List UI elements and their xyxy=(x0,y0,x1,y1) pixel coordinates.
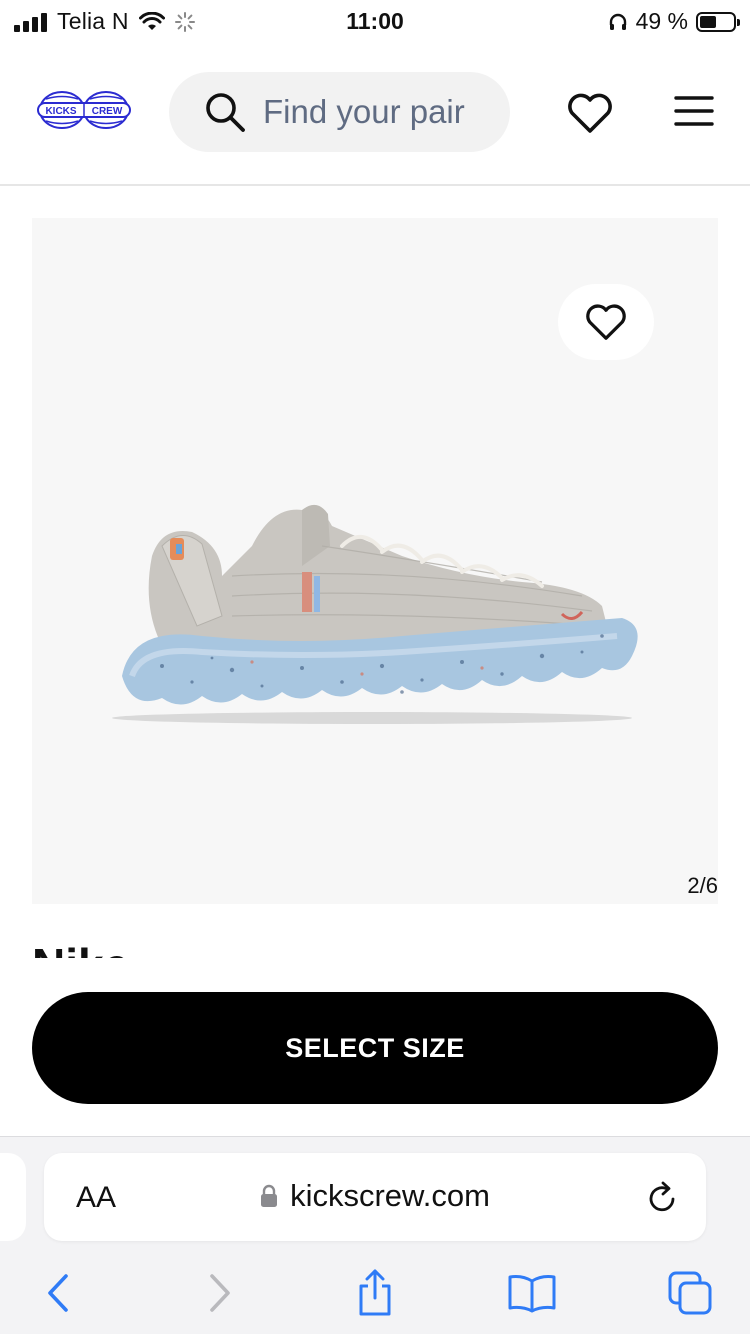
battery-icon xyxy=(696,11,740,32)
logo-text-right: CREW xyxy=(92,106,123,117)
logo-text-left: KICKS xyxy=(45,106,76,117)
share-button[interactable] xyxy=(349,1267,401,1319)
chevron-right-icon xyxy=(210,1274,230,1312)
search-input[interactable] xyxy=(263,93,503,131)
image-counter: 2/6 xyxy=(687,873,718,898)
url-text: kickscrew.com xyxy=(290,1178,490,1213)
address-bar[interactable]: AA kickscrew.com xyxy=(44,1153,706,1241)
bookmarks-button[interactable] xyxy=(506,1267,558,1319)
heart-icon xyxy=(586,304,626,340)
browser-toolbar xyxy=(0,1259,750,1323)
tabs-button[interactable] xyxy=(664,1267,716,1319)
battery-percent: 49 % xyxy=(635,8,688,34)
battery-fill xyxy=(700,15,716,28)
hamburger-menu-icon[interactable] xyxy=(674,94,714,128)
tabs-icon xyxy=(668,1271,712,1315)
status-bar: Telia N 11:00 49 % xyxy=(0,0,750,44)
book-icon xyxy=(508,1275,556,1313)
browser-bottom-bar: AA kickscrew.com xyxy=(0,1136,750,1334)
url-display[interactable]: kickscrew.com xyxy=(44,1178,706,1214)
product-image-gallery[interactable]: 2/6 xyxy=(32,218,718,904)
product-brand-title: Nike xyxy=(32,940,332,958)
share-icon xyxy=(359,1269,391,1316)
search-bar[interactable] xyxy=(169,72,510,152)
product-brand-text: Nike xyxy=(32,942,332,958)
chevron-left-icon xyxy=(48,1274,68,1312)
status-right: 49 % xyxy=(608,8,740,35)
forward-button[interactable] xyxy=(194,1267,246,1319)
previous-tab-preview[interactable] xyxy=(0,1153,26,1241)
headphones-icon xyxy=(609,13,626,30)
site-header: KICKS CREW xyxy=(0,44,750,186)
select-size-button[interactable]: SELECT SIZE xyxy=(32,992,718,1104)
search-icon[interactable] xyxy=(203,90,247,134)
favorite-button[interactable] xyxy=(558,284,654,360)
wishlist-heart-icon[interactable] xyxy=(566,92,614,134)
lock-icon xyxy=(261,1184,278,1207)
product-image-sneaker xyxy=(112,504,638,724)
reload-icon[interactable] xyxy=(646,1179,680,1215)
back-button[interactable] xyxy=(32,1267,84,1319)
kickscrew-logo[interactable]: KICKS CREW xyxy=(36,90,132,130)
